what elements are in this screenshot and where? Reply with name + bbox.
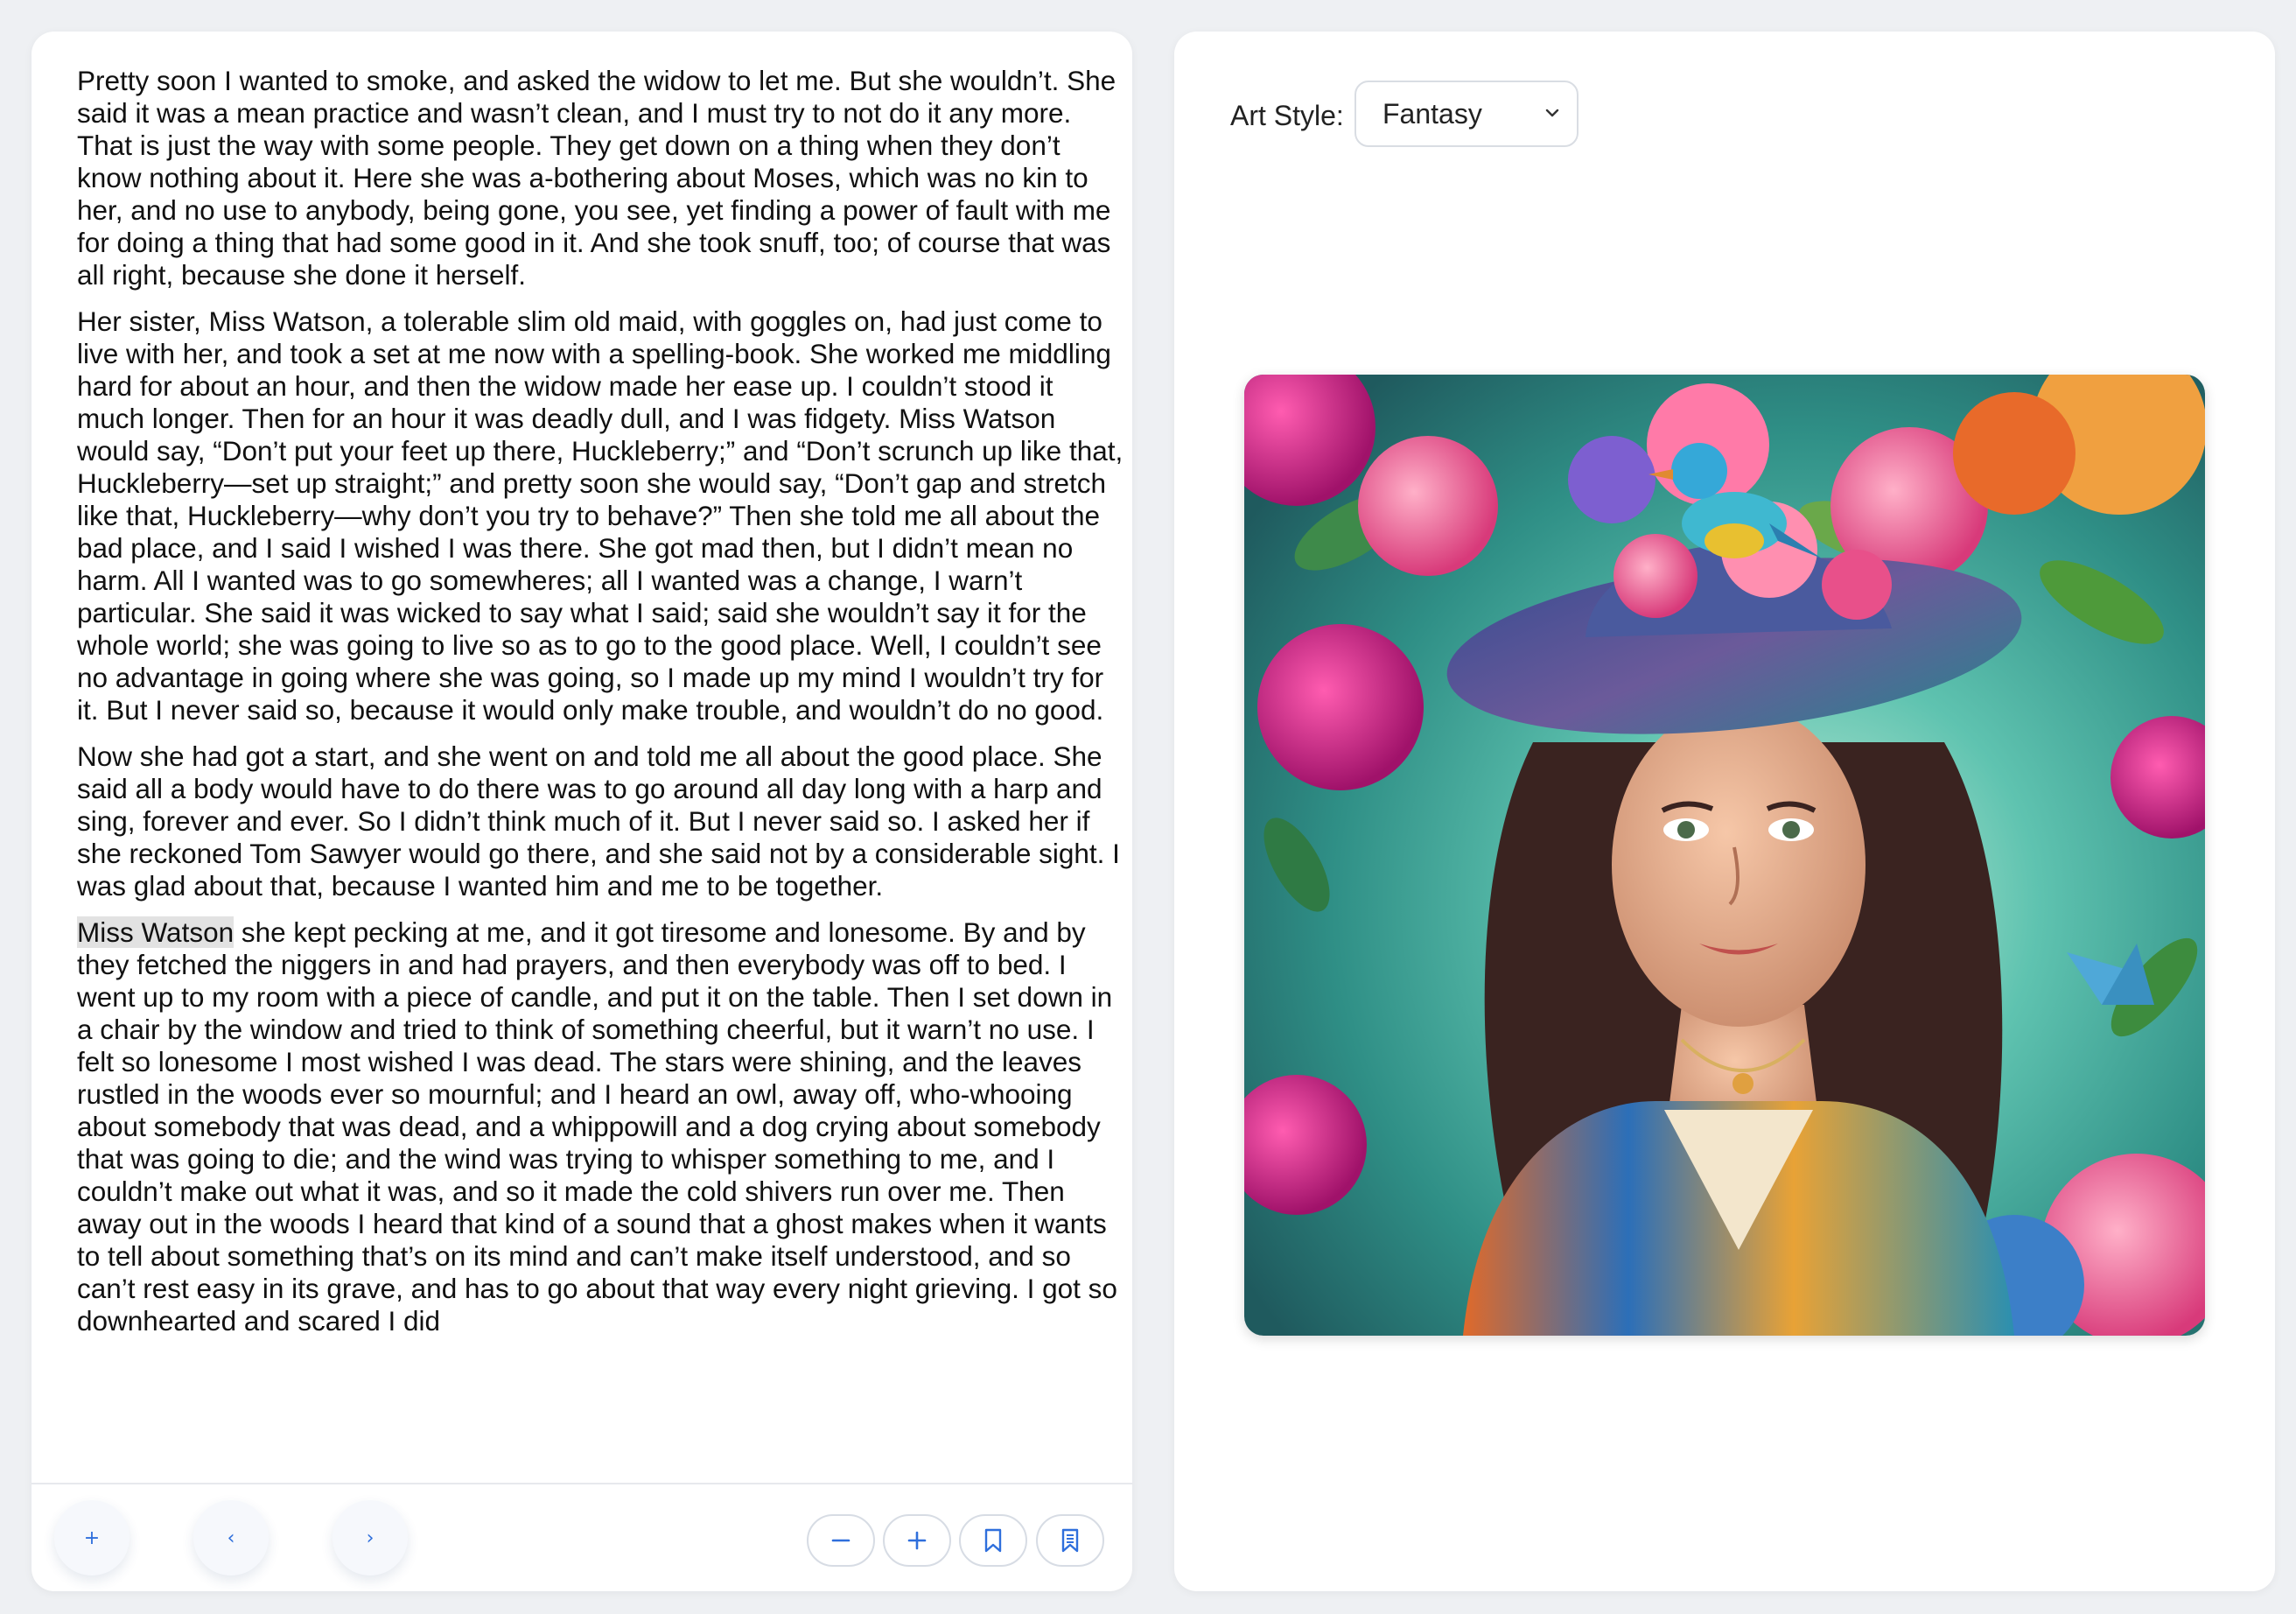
bookmarks-list-icon xyxy=(1061,1528,1079,1553)
bookmark-icon xyxy=(984,1528,1002,1553)
chevron-down-icon xyxy=(1545,109,1559,117)
artwork-image xyxy=(1244,375,2205,1336)
art-style-select[interactable]: Fantasy xyxy=(1354,81,1578,147)
add-button[interactable]: + xyxy=(54,1500,130,1575)
paragraph-3: Now she had got a start, and she went on… xyxy=(77,740,1120,902)
art-style-value: Fantasy xyxy=(1382,97,1482,130)
bookmark-button[interactable] xyxy=(959,1514,1027,1567)
highlighted-text[interactable]: Miss Watson xyxy=(77,916,234,948)
art-panel: Art Style: Fantasy xyxy=(1174,32,2275,1591)
reader-panel: Pretty soon I wanted to smoke, and asked… xyxy=(32,32,1132,1591)
next-page-button[interactable]: › xyxy=(332,1500,408,1575)
zoom-in-button[interactable] xyxy=(883,1514,951,1567)
paragraph-2: Her sister, Miss Watson, a tolerable sli… xyxy=(77,305,1124,726)
zoom-out-icon xyxy=(831,1539,850,1542)
add-label: + xyxy=(83,1526,101,1549)
bookmarks-list-button[interactable] xyxy=(1036,1514,1104,1567)
previous-page-button[interactable]: ‹ xyxy=(193,1500,269,1575)
paragraph-4-text: she kept pecking at me, and it got tires… xyxy=(77,916,1117,1337)
paragraph-1: Pretty soon I wanted to smoke, and asked… xyxy=(77,65,1116,291)
zoom-in-icon xyxy=(907,1531,927,1550)
book-text: Pretty soon I wanted to smoke, and asked… xyxy=(77,65,1127,1448)
next-label: › xyxy=(366,1526,374,1549)
generated-artwork xyxy=(1244,375,2205,1336)
paragraph-4: Miss Watson she kept pecking at me, and … xyxy=(77,916,1127,1337)
reader-footer: + ‹ › xyxy=(32,1483,1132,1591)
previous-label: ‹ xyxy=(227,1526,235,1549)
art-style-label: Art Style: xyxy=(1230,100,1344,131)
zoom-out-button[interactable] xyxy=(807,1514,875,1567)
